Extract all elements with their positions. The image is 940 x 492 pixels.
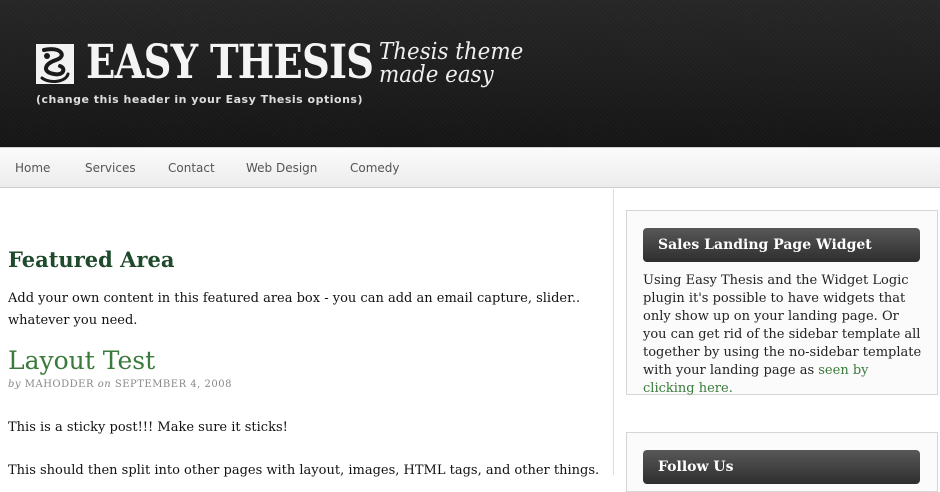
tagline-line-2: made easy	[379, 62, 494, 88]
post-paragraph-1: This is a sticky post!!! Make sure it st…	[8, 420, 288, 435]
nav-item-home[interactable]: Home	[15, 148, 50, 188]
tagline-line-1: Thesis theme	[379, 39, 524, 65]
nav-item-web-design[interactable]: Web Design	[246, 148, 317, 188]
featured-text: Add your own content in this featured ar…	[8, 291, 581, 328]
main-nav: Home Services Contact Web Design Comedy	[0, 147, 940, 188]
widget-body: Using Easy Thesis and the Widget Logic p…	[643, 272, 923, 398]
byline-on: on	[97, 379, 112, 390]
post-title[interactable]: Layout Test	[8, 346, 155, 375]
post-date: SEPTEMBER 4, 2008	[114, 379, 232, 390]
site-header: EASY THESIS Thesis theme made easy (chan…	[0, 0, 940, 147]
widget-title-follow-us: Follow Us	[643, 450, 920, 484]
post-paragraph-2: This should then split into other pages …	[8, 463, 600, 478]
sales-landing-widget: Sales Landing Page Widget Using Easy The…	[626, 210, 938, 398]
follow-us-widget: Follow Us	[626, 432, 938, 492]
nav-item-comedy[interactable]: Comedy	[350, 148, 400, 188]
content-divider	[613, 189, 614, 475]
header-note: (change this header in your Easy Thesis …	[36, 93, 363, 106]
byline-by: by	[8, 379, 22, 390]
featured-heading: Featured Area	[8, 247, 175, 272]
site-tagline: Thesis theme made easy	[379, 41, 523, 87]
nav-item-contact[interactable]: Contact	[168, 148, 215, 188]
post-byline: by MAHODDER on SEPTEMBER 4, 2008	[8, 379, 232, 390]
nav-item-services[interactable]: Services	[85, 148, 136, 188]
widget-title: Sales Landing Page Widget	[643, 228, 920, 262]
widget-text: Using Easy Thesis and the Widget Logic p…	[643, 273, 922, 378]
post-author[interactable]: MAHODDER	[25, 379, 94, 390]
ornamental-logo-icon[interactable]	[36, 44, 74, 84]
site-title[interactable]: EASY THESIS	[86, 35, 374, 91]
